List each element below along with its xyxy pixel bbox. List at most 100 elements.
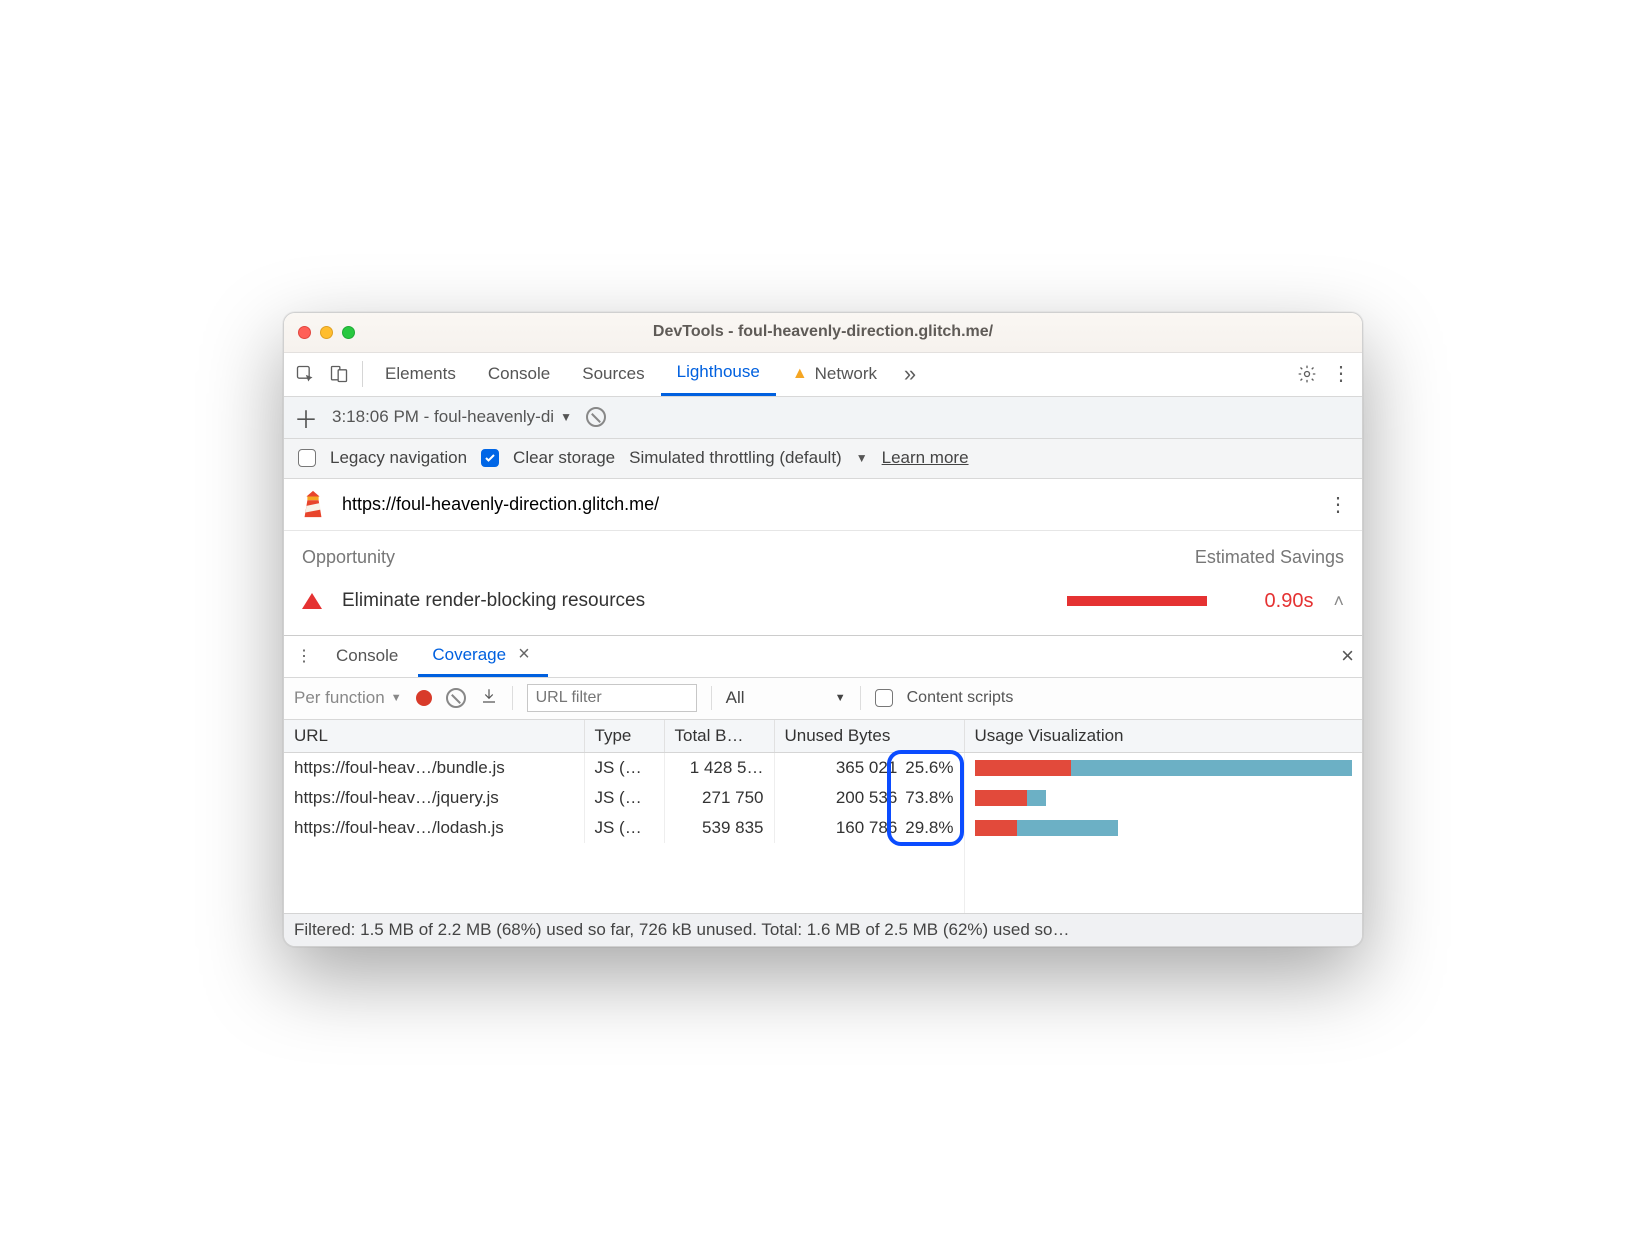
cell-unused-bytes: 200 53673.8% bbox=[774, 783, 964, 813]
table-header-row: URL Type Total B… Unused Bytes Usage Vis… bbox=[284, 720, 1362, 753]
content-scripts-label: Content scripts bbox=[907, 689, 1014, 707]
drawer-tab-coverage[interactable]: Coverage × bbox=[418, 635, 547, 677]
tab-label: Console bbox=[488, 364, 550, 384]
tab-sources[interactable]: Sources bbox=[566, 352, 660, 396]
more-tabs-icon[interactable]: » bbox=[893, 357, 927, 391]
col-header-url[interactable]: URL bbox=[284, 720, 584, 753]
col-header-unused[interactable]: Unused Bytes bbox=[774, 720, 964, 753]
viz-unused-segment bbox=[975, 790, 1028, 806]
drawer-tab-console[interactable]: Console bbox=[322, 635, 412, 677]
col-header-type[interactable]: Type bbox=[584, 720, 664, 753]
window-title: DevTools - foul-heavenly-direction.glitc… bbox=[284, 323, 1362, 341]
coverage-toolbar: Per function ▼ All ▼ Content scripts bbox=[284, 678, 1362, 720]
viz-unused-segment bbox=[975, 820, 1018, 836]
opportunities-section: Opportunity Estimated Savings Eliminate … bbox=[284, 531, 1362, 635]
close-window-button[interactable] bbox=[298, 326, 311, 339]
chevron-up-icon: ˄ bbox=[1333, 591, 1344, 612]
opportunity-title: Eliminate render-blocking resources bbox=[342, 590, 645, 612]
tab-label: Elements bbox=[385, 364, 456, 384]
legacy-navigation-label: Legacy navigation bbox=[330, 448, 467, 468]
type-filter-select[interactable]: All ▼ bbox=[726, 688, 846, 708]
granularity-label: Per function bbox=[294, 688, 385, 708]
minimize-window-button[interactable] bbox=[320, 326, 333, 339]
close-drawer-icon[interactable]: × bbox=[1341, 643, 1354, 669]
col-header-total[interactable]: Total B… bbox=[664, 720, 774, 753]
cell-url: https://foul-heav…/jquery.js bbox=[284, 783, 584, 813]
cell-total-bytes: 271 750 bbox=[664, 783, 774, 813]
tab-label: Console bbox=[336, 646, 398, 666]
kebab-menu-icon[interactable]: ⋮ bbox=[1324, 357, 1358, 391]
cell-type: JS (… bbox=[584, 813, 664, 843]
chevron-down-icon: ▼ bbox=[835, 692, 846, 704]
window-titlebar: DevTools - foul-heavenly-direction.glitc… bbox=[284, 313, 1362, 353]
drawer-menu-icon[interactable]: ⋮ bbox=[292, 646, 316, 666]
opportunity-heading: Opportunity bbox=[302, 547, 395, 568]
learn-more-link[interactable]: Learn more bbox=[882, 448, 969, 468]
divider bbox=[512, 686, 513, 710]
opportunity-savings-value: 0.90s bbox=[1233, 590, 1313, 613]
chevron-down-icon: ▼ bbox=[560, 410, 572, 424]
tab-network[interactable]: ▲ Network bbox=[776, 352, 893, 396]
divider bbox=[362, 361, 363, 387]
cell-unused-bytes: 160 78629.8% bbox=[774, 813, 964, 843]
coverage-statusbar: Filtered: 1.5 MB of 2.2 MB (68%) used so… bbox=[284, 913, 1362, 946]
cell-url: https://foul-heav…/bundle.js bbox=[284, 752, 584, 783]
opportunity-bar bbox=[665, 596, 1213, 606]
cell-unused-pct: 25.6% bbox=[897, 758, 953, 778]
cell-total-bytes: 1 428 5… bbox=[664, 752, 774, 783]
tab-label: Sources bbox=[582, 364, 644, 384]
coverage-table-wrap: URL Type Total B… Unused Bytes Usage Vis… bbox=[284, 720, 1362, 913]
record-button[interactable] bbox=[416, 690, 432, 706]
table-row[interactable]: https://foul-heav…/jquery.jsJS (…271 750… bbox=[284, 783, 1362, 813]
settings-icon[interactable] bbox=[1290, 357, 1324, 391]
cell-usage-viz bbox=[964, 752, 1362, 783]
export-icon[interactable] bbox=[480, 687, 498, 710]
inspect-element-icon[interactable] bbox=[288, 357, 322, 391]
legacy-navigation-checkbox[interactable] bbox=[298, 449, 316, 467]
tab-console[interactable]: Console bbox=[472, 352, 566, 396]
viz-used-segment bbox=[1027, 790, 1046, 806]
main-tabstrip: Elements Console Sources Lighthouse ▲ Ne… bbox=[284, 353, 1362, 397]
tab-lighthouse[interactable]: Lighthouse bbox=[661, 352, 776, 396]
cell-unused-pct: 73.8% bbox=[897, 788, 953, 808]
coverage-table: URL Type Total B… Unused Bytes Usage Vis… bbox=[284, 720, 1362, 913]
cell-usage-viz bbox=[964, 813, 1362, 843]
report-toolbar: ＋ 3:18:06 PM - foul-heavenly-di ▼ bbox=[284, 397, 1362, 439]
throttling-dropdown[interactable]: ▼ bbox=[856, 451, 868, 465]
cell-unused-pct: 29.8% bbox=[897, 818, 953, 838]
clear-icon[interactable] bbox=[586, 407, 606, 427]
type-filter-label: All bbox=[726, 688, 745, 708]
cell-unused-bytes: 365 02125.6% bbox=[774, 752, 964, 783]
content-scripts-checkbox[interactable] bbox=[875, 689, 893, 707]
report-menu-icon[interactable]: ⋮ bbox=[1328, 492, 1348, 517]
tab-label: Lighthouse bbox=[677, 362, 760, 382]
divider bbox=[860, 686, 861, 710]
col-header-viz[interactable]: Usage Visualization bbox=[964, 720, 1362, 753]
report-selector[interactable]: 3:18:06 PM - foul-heavenly-di ▼ bbox=[332, 407, 572, 427]
viz-used-segment bbox=[1017, 820, 1118, 836]
lighthouse-icon bbox=[298, 489, 328, 519]
drawer-tabstrip: ⋮ Console Coverage × × bbox=[284, 636, 1362, 678]
audited-url-row: https://foul-heavenly-direction.glitch.m… bbox=[284, 479, 1362, 531]
granularity-selector[interactable]: Per function ▼ bbox=[294, 688, 402, 708]
opportunity-row[interactable]: Eliminate render-blocking resources 0.90… bbox=[302, 590, 1344, 613]
divider bbox=[711, 686, 712, 710]
device-toolbar-icon[interactable] bbox=[322, 357, 356, 391]
audited-url: https://foul-heavenly-direction.glitch.m… bbox=[342, 494, 659, 515]
close-tab-icon[interactable]: × bbox=[514, 643, 534, 666]
table-row[interactable]: https://foul-heav…/bundle.jsJS (…1 428 5… bbox=[284, 752, 1362, 783]
clear-coverage-icon[interactable] bbox=[446, 688, 466, 708]
cell-type: JS (… bbox=[584, 752, 664, 783]
zoom-window-button[interactable] bbox=[342, 326, 355, 339]
url-filter-input[interactable] bbox=[527, 684, 697, 712]
table-row[interactable]: https://foul-heav…/lodash.jsJS (…539 835… bbox=[284, 813, 1362, 843]
fail-triangle-icon bbox=[302, 593, 322, 609]
cell-url: https://foul-heav…/lodash.js bbox=[284, 813, 584, 843]
traffic-lights bbox=[298, 326, 355, 339]
clear-storage-checkbox[interactable] bbox=[481, 449, 499, 467]
lighthouse-options-bar: Legacy navigation Clear storage Simulate… bbox=[284, 439, 1362, 479]
drawer: ⋮ Console Coverage × × Per function ▼ Al… bbox=[284, 635, 1362, 946]
tab-elements[interactable]: Elements bbox=[369, 352, 472, 396]
new-report-button[interactable]: ＋ bbox=[294, 400, 318, 435]
cell-usage-viz bbox=[964, 783, 1362, 813]
